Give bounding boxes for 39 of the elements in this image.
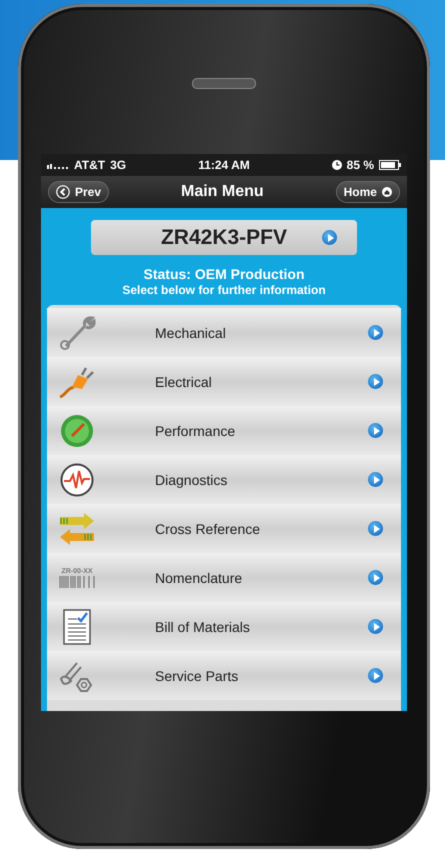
- gauge-icon: [60, 414, 94, 448]
- barcode-icon: [59, 576, 95, 588]
- back-button[interactable]: Prev: [48, 181, 110, 203]
- heartbeat-icon: [60, 462, 94, 496]
- clock-time: 11:24 AM: [198, 158, 250, 172]
- chevron-left-icon: [56, 185, 70, 199]
- play-circle-icon: [368, 472, 383, 487]
- menu-item[interactable]: Performance: [47, 406, 401, 455]
- instruction-text: Select below for further information: [122, 283, 326, 297]
- screen-title: Main Menu: [181, 183, 264, 201]
- play-circle-icon: [368, 570, 383, 585]
- menu-item[interactable]: Bill of Materials: [47, 602, 401, 651]
- battery-icon: [379, 160, 401, 170]
- menu-item[interactable]: Cross Reference: [47, 504, 401, 553]
- menu-item[interactable]: Service Parts: [47, 651, 401, 700]
- wrench-icon: [58, 316, 96, 350]
- play-circle-icon: [368, 325, 383, 340]
- network-type: 3G: [110, 158, 126, 172]
- play-circle-icon: [322, 230, 337, 245]
- status-text: Status: OEM Production: [144, 266, 304, 282]
- play-circle-icon: [368, 619, 383, 634]
- menu-item[interactable]: Diagnostics: [47, 455, 401, 504]
- play-circle-icon: [368, 521, 383, 536]
- signal-icon: [47, 161, 69, 169]
- play-circle-icon: [368, 423, 383, 438]
- part-number-button[interactable]: ZR42K3-PFV: [91, 220, 357, 255]
- swap-arrows-icon: [58, 512, 96, 544]
- home-icon: [382, 187, 392, 197]
- carrier-name: AT&T: [74, 158, 106, 172]
- play-circle-icon: [368, 668, 383, 683]
- checklist-document-icon: [63, 608, 91, 644]
- speaker-grille: [192, 78, 256, 89]
- battery-percent: 85 %: [346, 158, 374, 172]
- home-button[interactable]: Home: [336, 181, 400, 203]
- plug-icon: [58, 364, 96, 398]
- menu-item[interactable]: Electrical: [47, 357, 401, 406]
- menu-item[interactable]: Mechanical: [47, 308, 401, 357]
- clock-icon: [332, 160, 342, 170]
- play-circle-icon: [368, 374, 383, 389]
